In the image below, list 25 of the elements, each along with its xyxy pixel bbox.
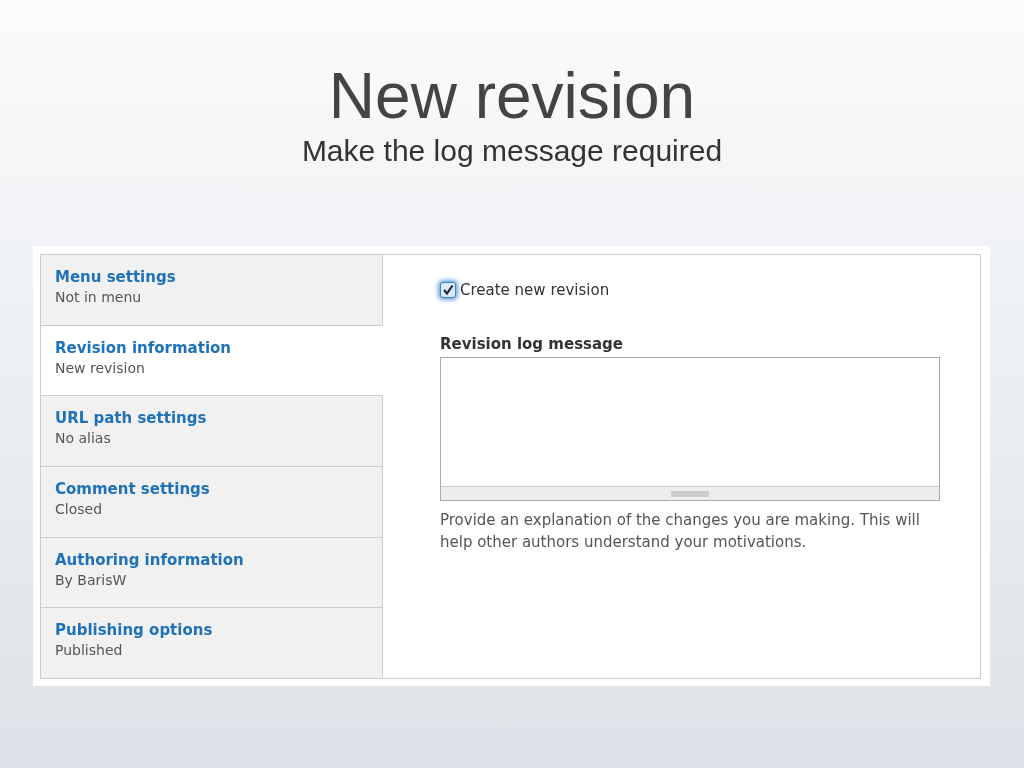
tab-summary: New revision xyxy=(55,359,146,376)
tab-title: URL path settings xyxy=(55,409,208,428)
vertical-tab[interactable]: Publishing options Published xyxy=(41,608,383,679)
tab-title: Menu settings xyxy=(55,268,177,286)
tab-summary: No alias xyxy=(55,430,112,447)
tab-summary: Not in menu xyxy=(55,289,143,305)
tab-title: Comment settings xyxy=(55,480,211,498)
tab-title: Authoring information xyxy=(55,550,245,569)
slide-title: New revision xyxy=(328,59,696,134)
vertical-tab[interactable]: URL path settings No alias xyxy=(41,396,383,467)
tab-title: Publishing options xyxy=(55,621,214,640)
vertical-tab[interactable]: Comment settings Closed xyxy=(41,467,383,538)
tab-summary: By BarisW xyxy=(55,571,128,588)
tab-title: Revision information xyxy=(55,338,232,357)
field-label: Revision log message xyxy=(440,335,625,353)
log-message-field[interactable] xyxy=(440,357,940,501)
field-description: Provide an explanation of the changes you are making. This will help other authors understand your motivations. xyxy=(440,510,921,553)
vertical-tab[interactable]: Authoring information By BarisW xyxy=(41,537,383,609)
resize-grip-icon[interactable] xyxy=(671,490,709,497)
vertical-tab[interactable]: Menu settings Not in menu xyxy=(41,255,383,326)
tab-summary: Closed xyxy=(55,501,104,517)
slide-subtitle: Make the log message required xyxy=(301,134,723,168)
checkbox-label: Create new revision xyxy=(460,281,610,299)
tab-summary: Published xyxy=(55,642,124,659)
checkbox[interactable] xyxy=(440,282,456,298)
